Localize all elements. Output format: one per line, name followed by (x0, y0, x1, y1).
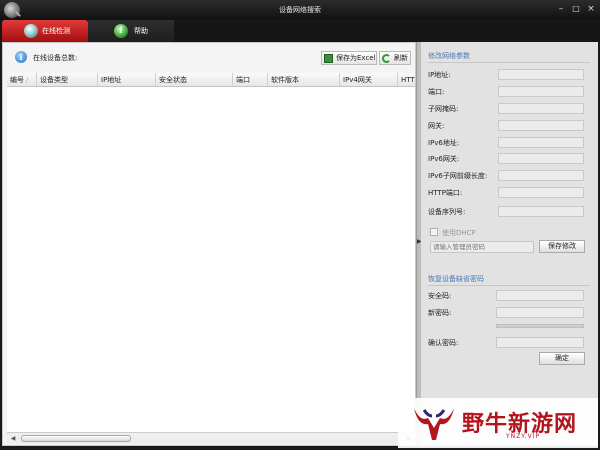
maximize-button[interactable]: □ (570, 3, 582, 15)
dhcp-checkbox[interactable] (430, 228, 438, 236)
new-password-label: 新密码: (428, 309, 452, 317)
divider (428, 62, 590, 63)
modify-network-title: 修改网络参数 (428, 52, 470, 60)
gateway-label: 网关: (428, 122, 445, 130)
password-strength-bar (496, 324, 584, 328)
refresh-button[interactable]: 刷新 (379, 51, 411, 65)
device-table-body[interactable] (7, 87, 415, 432)
watermark-url: YNZY.VIP (506, 433, 541, 440)
column-header-port[interactable]: 端口 (233, 73, 268, 86)
subnet-mask-label: 子网掩码: (428, 105, 459, 113)
gateway-input[interactable] (498, 120, 584, 131)
scrollbar-thumb[interactable] (21, 435, 131, 442)
security-code-input[interactable] (496, 290, 584, 301)
magnifier-icon (24, 24, 38, 38)
close-button[interactable]: × (585, 3, 597, 15)
horizontal-scrollbar[interactable]: ◀ ▶ (7, 432, 415, 444)
port-label: 端口: (428, 88, 445, 96)
device-list-panel: i 在线设备总数: 保存为Excel 刷新 编号 / 设备类型 IP地址 安全状态… (2, 42, 416, 446)
title-bar: 设备网络搜索 – □ × (0, 0, 600, 20)
refresh-label: 刷新 (394, 54, 408, 62)
save-changes-button[interactable]: 保存修改 (539, 240, 585, 253)
new-password-input[interactable] (496, 307, 584, 318)
tab-bar: 在线检测 i 帮助 (0, 20, 600, 42)
http-port-input[interactable] (498, 187, 584, 198)
ipv6-gateway-label: IPv6网关: (428, 155, 460, 163)
dhcp-label: 使用DHCP (442, 229, 476, 237)
ipv6-address-label: IPv6地址: (428, 139, 460, 147)
serial-number-input[interactable] (498, 206, 584, 217)
tab-label: 帮助 (134, 27, 148, 35)
save-excel-label: 保存为Excel (336, 54, 376, 62)
column-header-number[interactable]: 编号 / (7, 73, 37, 86)
ipv6-prefix-label: IPv6子网前缀长度: (428, 172, 488, 180)
ipv6-gateway-input[interactable] (498, 153, 584, 164)
grid-header: 编号 / 设备类型 IP地址 安全状态 端口 软件版本 IPv4网关 HTT (7, 73, 415, 87)
restore-password-title: 恢复设备缺省密码 (428, 275, 484, 283)
confirm-password-input[interactable] (496, 337, 584, 348)
confirm-password-label: 确认密码: (428, 339, 459, 347)
admin-password-input[interactable] (430, 241, 534, 253)
watermark: 野牛新游网 YNZY.VIP (398, 398, 598, 448)
column-label: 编号 (10, 76, 24, 84)
column-header-device-type[interactable]: 设备类型 (37, 73, 98, 86)
info-icon: i (15, 51, 27, 63)
serial-number-label: 设备序列号: (428, 208, 466, 216)
ipv6-prefix-input[interactable] (498, 170, 584, 181)
column-header-software[interactable]: 软件版本 (268, 73, 340, 86)
save-excel-button[interactable]: 保存为Excel (321, 51, 377, 65)
excel-icon (324, 54, 333, 63)
tab-label: 在线检测 (42, 27, 70, 35)
column-header-ip[interactable]: IP地址 (98, 73, 156, 86)
ip-address-label: IP地址: (428, 71, 451, 79)
tab-help[interactable]: i 帮助 (88, 20, 174, 42)
refresh-icon (382, 54, 391, 63)
window-title: 设备网络搜索 (279, 6, 321, 14)
port-input[interactable] (498, 86, 584, 97)
scroll-left-icon[interactable]: ◀ (8, 433, 18, 444)
bull-logo-icon (414, 408, 454, 440)
http-port-label: HTTP端口: (428, 189, 463, 197)
ipv6-address-input[interactable] (498, 137, 584, 148)
column-header-ipv4-gateway[interactable]: IPv4网关 (340, 73, 398, 86)
toolbar: i 在线设备总数: 保存为Excel 刷新 (3, 43, 415, 71)
divider (428, 285, 590, 286)
info-icon: i (114, 24, 128, 38)
ip-address-input[interactable] (498, 69, 584, 80)
network-settings-panel: 修改网络参数 IP地址: 端口: 子网掩码: 网关: IPv6地址: IPv6网… (421, 42, 598, 446)
column-header-http[interactable]: HTT (398, 73, 415, 86)
tab-online-detection[interactable]: 在线检测 (2, 20, 88, 42)
device-count-label: 在线设备总数: (33, 54, 78, 62)
column-header-security[interactable]: 安全状态 (156, 73, 233, 86)
security-code-label: 安全码: (428, 292, 452, 300)
subnet-mask-input[interactable] (498, 103, 584, 114)
minimize-button[interactable]: – (555, 3, 567, 15)
sort-indicator: / (26, 77, 29, 84)
confirm-button[interactable]: 确定 (539, 352, 585, 365)
